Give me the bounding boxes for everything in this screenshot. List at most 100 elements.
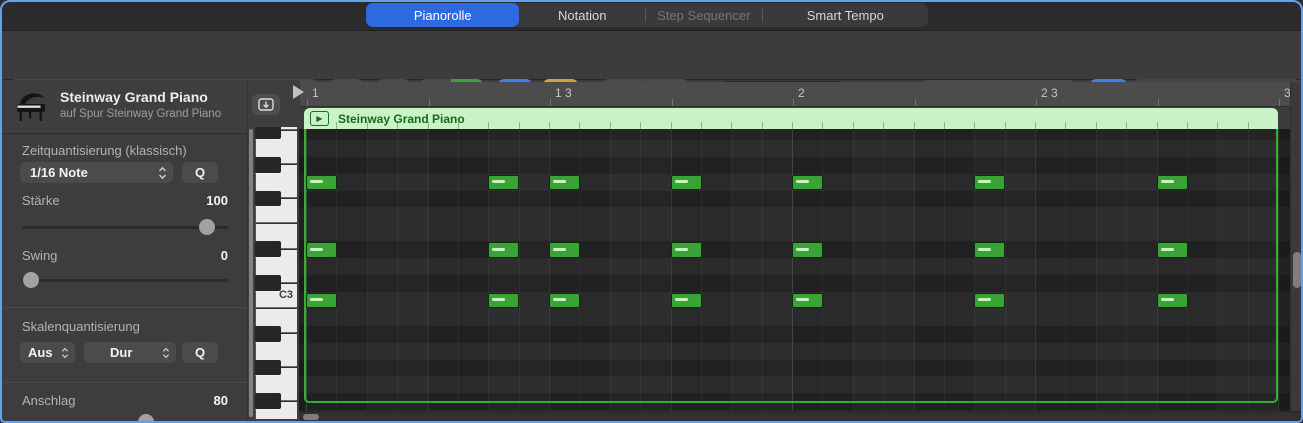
ruler-beat-tick [1279, 99, 1280, 106]
editor-tab-bar: Pianorolle Notation Step Sequencer Smart Te… [0, 0, 1303, 30]
midi-note-C3[interactable] [306, 292, 337, 309]
region-beat-tick [792, 122, 793, 129]
piano-black-key-Gs3[interactable] [255, 156, 281, 173]
region-beat-tick [427, 122, 429, 129]
midi-note-G3[interactable] [488, 174, 520, 190]
track-subtitle: auf Spur Steinway Grand Piano [60, 108, 222, 120]
midi-note-C3[interactable] [670, 292, 702, 309]
swing-slider-knob[interactable] [23, 272, 39, 288]
note-velocity-bar [492, 247, 506, 251]
piano-black-key-Fs3[interactable] [255, 190, 281, 207]
region-beat-tick [974, 122, 976, 129]
region-beat-tick [518, 122, 520, 129]
scale-quantize-apply-button[interactable]: Q [182, 342, 218, 363]
swing-slider[interactable] [22, 278, 228, 282]
strength-slider-knob[interactable] [199, 219, 215, 235]
midi-note-G3[interactable] [670, 174, 702, 190]
show-local-inspector-button[interactable] [252, 94, 280, 115]
region-beat-tick [488, 122, 490, 129]
scale-type-popup[interactable]: Dur [84, 342, 176, 363]
region-beat-tick [397, 122, 399, 129]
key-octave-label: C3 [278, 289, 293, 302]
midi-note-G3[interactable] [1156, 174, 1188, 190]
midi-note-Ds3[interactable] [549, 242, 580, 258]
midi-note-G3[interactable] [306, 174, 337, 190]
region-play-button[interactable]: ▶ [310, 111, 329, 126]
play-icon: ▶ [316, 114, 323, 123]
note-velocity-bar [1160, 247, 1174, 251]
region-beat-tick [822, 122, 824, 129]
horizontal-scrollbar-thumb[interactable] [303, 414, 319, 420]
piano-black-key-As2[interactable] [255, 325, 281, 342]
strength-value: 100 [206, 193, 228, 208]
ruler-beat-tick [550, 99, 551, 106]
region-beat-tick [943, 122, 945, 129]
time-quantize-popup[interactable]: 1/16 Note [20, 162, 173, 183]
region-beat-tick [579, 122, 581, 129]
tab-smart-tempo[interactable]: Smart Tempo [763, 3, 928, 27]
region-beat-tick [883, 122, 885, 129]
note-velocity-bar [796, 298, 809, 302]
strength-slider[interactable] [22, 225, 228, 229]
time-quantize-apply-button[interactable]: Q [182, 162, 218, 183]
midi-note-Ds3[interactable] [306, 242, 337, 258]
region-beat-tick [1186, 122, 1188, 129]
horizontal-scrollbar[interactable] [299, 411, 1303, 423]
region-name: Steinway Grand Piano [338, 112, 465, 126]
velocity-slider-knob[interactable] [138, 414, 154, 423]
scale-state-popup[interactable]: Aus [20, 342, 75, 363]
vertical-scrollbar[interactable] [1290, 82, 1303, 411]
midi-note-G3[interactable] [549, 174, 580, 190]
note-velocity-bar [553, 247, 566, 251]
piano-black-key-Ds3[interactable] [255, 241, 281, 258]
piano-black-key-Gs2[interactable] [255, 359, 281, 376]
region-beat-tick [1065, 122, 1067, 129]
updown-chevron-icon [61, 347, 69, 358]
piano-black-key-Fs2[interactable] [255, 393, 281, 410]
tab-step-sequencer[interactable]: Step Sequencer [646, 3, 762, 27]
midi-region-header[interactable]: ▶ Steinway Grand Piano [304, 108, 1278, 129]
ruler-beat-tick [428, 99, 430, 106]
region-beat-tick [1126, 122, 1128, 129]
midi-note-Ds3[interactable] [792, 242, 823, 258]
note-velocity-bar [492, 298, 506, 302]
tab-notation[interactable]: Notation [519, 3, 645, 27]
note-velocity-bar [310, 180, 323, 183]
note-velocity-bar [1160, 298, 1174, 302]
midi-note-G3[interactable] [792, 174, 823, 190]
ruler-beat-tick [1157, 99, 1159, 106]
midi-note-Ds3[interactable] [488, 242, 520, 258]
midi-note-C3[interactable] [549, 292, 580, 309]
divider [0, 307, 247, 308]
midi-note-C3[interactable] [792, 292, 823, 309]
tab-pianorolle[interactable]: Pianorolle [366, 3, 520, 27]
midi-region-outline [304, 129, 1278, 403]
midi-note-C3[interactable] [488, 292, 520, 309]
midi-note-G3[interactable] [974, 174, 1006, 190]
bar-ruler[interactable]: 11 322 33 [299, 82, 1291, 107]
midi-note-Ds3[interactable] [974, 242, 1006, 258]
scale-type-value: Dur [110, 345, 133, 360]
region-beat-tick [670, 122, 672, 129]
ruler-beat-tick [307, 99, 308, 106]
divider [0, 382, 247, 383]
midi-note-C3[interactable] [974, 292, 1006, 309]
region-beat-tick [366, 122, 368, 129]
tray-download-icon [258, 98, 274, 111]
grand-piano-icon [17, 93, 45, 121]
region-beat-tick [336, 122, 338, 129]
midi-note-C3[interactable] [1156, 292, 1188, 309]
midi-note-Ds3[interactable] [670, 242, 702, 258]
note-velocity-bar [1160, 180, 1174, 183]
piano-black-key-As3[interactable] [255, 127, 281, 139]
piano-black-key-Cs3[interactable] [255, 275, 281, 291]
piano-roll-grid[interactable] [299, 129, 1303, 411]
vertical-scrollbar-thumb[interactable] [1292, 252, 1301, 288]
piano-keyboard[interactable]: C3 [255, 127, 297, 419]
midi-note-Ds3[interactable] [1156, 242, 1188, 258]
keyboard-scroll-handle[interactable] [248, 129, 253, 417]
swing-value: 0 [220, 248, 228, 263]
region-beat-tick [913, 122, 915, 129]
playhead-marker[interactable] [293, 85, 304, 99]
swing-label: Swing [22, 248, 58, 263]
